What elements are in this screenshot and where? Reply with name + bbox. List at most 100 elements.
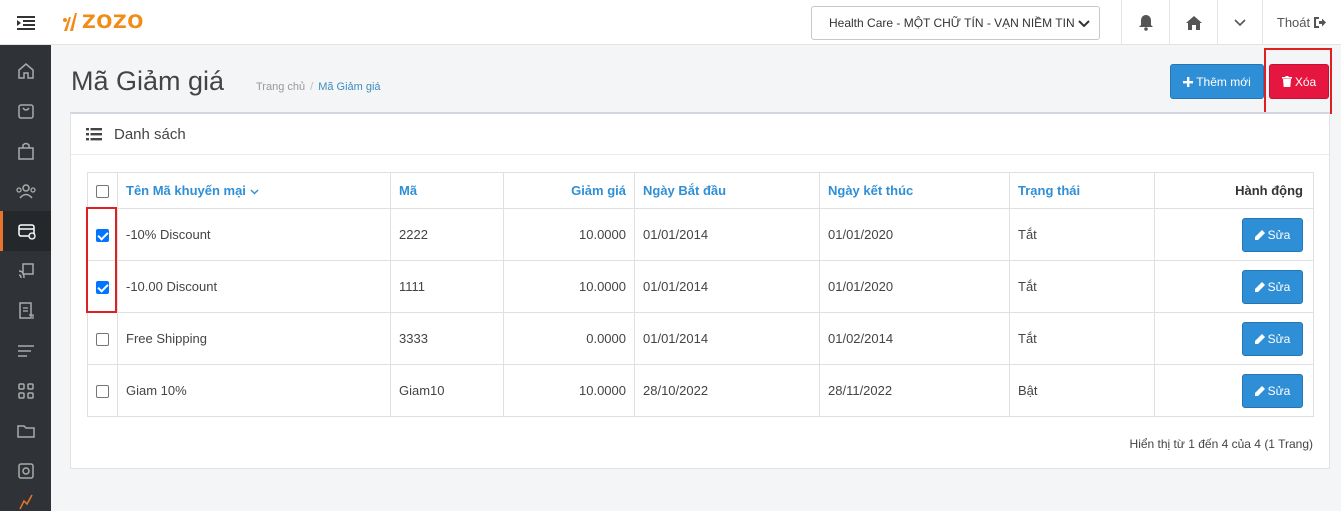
add-new-button[interactable]: Thêm mới xyxy=(1170,64,1264,99)
table-row: Giam 10% Giam10 10.0000 28/10/2022 28/11… xyxy=(87,364,1314,417)
edit-label: Sửa xyxy=(1267,279,1291,294)
cell-code: 2222 xyxy=(390,208,504,261)
cell-status: Tắt xyxy=(1009,260,1155,313)
pencil-icon xyxy=(1254,333,1265,344)
col-name-label: Tên Mã khuyến mại xyxy=(126,183,246,198)
col-discount[interactable]: Giảm giá xyxy=(503,172,635,209)
cell-discount: 10.0000 xyxy=(503,364,635,417)
col-code[interactable]: Mã xyxy=(390,172,504,209)
cell-discount: 0.0000 xyxy=(503,312,635,365)
cell-end: 01/01/2020 xyxy=(819,208,1010,261)
cell-start: 01/01/2014 xyxy=(634,260,820,313)
logo[interactable]: ZOZO xyxy=(62,11,144,33)
coupon-table: Tên Mã khuyến mại Mã Giảm giá Ngày Bắt đ… xyxy=(87,172,1314,417)
page-title: Mã Giảm giá xyxy=(71,66,225,96)
notification-bell-icon[interactable] xyxy=(1121,0,1169,45)
list-panel: Danh sách Tên Mã khuyến mại Mã Giảm giá … xyxy=(70,112,1330,469)
sign-out-icon xyxy=(1314,17,1327,28)
cell-name: -10% Discount xyxy=(117,208,391,261)
menu-toggle-icon[interactable] xyxy=(0,0,51,45)
store-select[interactable]: Health Care - MỘT CHỮ TÍN - VẠN NIỀM TIN xyxy=(811,6,1100,40)
cell-action: Sửa xyxy=(1154,364,1314,417)
row-checkbox-cell xyxy=(87,312,118,365)
cell-discount: 10.0000 xyxy=(503,208,635,261)
cell-discount: 10.0000 xyxy=(503,260,635,313)
cell-start: 28/10/2022 xyxy=(634,364,820,417)
logo-icon xyxy=(63,13,77,31)
list-icon xyxy=(86,127,102,140)
chart-icon[interactable] xyxy=(0,491,51,511)
highlight-delete-button xyxy=(1264,48,1332,114)
col-end-date[interactable]: Ngày kết thúc xyxy=(819,172,1010,209)
highlight-selected-checkboxes xyxy=(86,207,117,313)
cell-code: 3333 xyxy=(390,312,504,365)
row-checkbox-cell xyxy=(87,364,118,417)
logo-text: ZOZO xyxy=(82,11,144,33)
cell-action: Sửa xyxy=(1154,312,1314,365)
edit-label: Sửa xyxy=(1267,227,1291,242)
col-action: Hành động xyxy=(1154,172,1314,209)
top-bar: ZOZO Health Care - MỘT CHỮ TÍN - VẠN NIỀ… xyxy=(0,0,1341,45)
panel-title: Danh sách xyxy=(114,125,186,143)
cell-start: 01/01/2014 xyxy=(634,208,820,261)
pencil-icon xyxy=(1254,385,1265,396)
settings-icon[interactable] xyxy=(0,451,51,491)
breadcrumb: Trang chủ / Mã Giảm giá xyxy=(256,81,381,93)
cell-end: 01/02/2014 xyxy=(819,312,1010,365)
breadcrumb-separator: / xyxy=(310,81,314,93)
coupon-icon[interactable] xyxy=(0,211,51,251)
cell-end: 01/01/2020 xyxy=(819,260,1010,313)
report-icon[interactable] xyxy=(0,291,51,331)
cell-action: Sửa xyxy=(1154,260,1314,313)
cell-status: Bật xyxy=(1009,364,1155,417)
row-checkbox[interactable] xyxy=(96,385,109,399)
table-row: -10.00 Discount 1111 10.0000 01/01/2014 … xyxy=(87,260,1314,313)
pencil-icon xyxy=(1254,229,1265,240)
table-row: Free Shipping 3333 0.0000 01/01/2014 01/… xyxy=(87,312,1314,365)
bag-icon[interactable] xyxy=(0,131,51,171)
panel-header: Danh sách xyxy=(71,114,1329,155)
row-checkbox[interactable] xyxy=(96,333,109,347)
sidebar xyxy=(0,45,51,511)
home-icon[interactable] xyxy=(1169,0,1217,45)
store-select-value: Health Care - MỘT CHỮ TÍN - VẠN NIỀM TIN xyxy=(829,16,1075,30)
home-icon[interactable] xyxy=(0,51,51,91)
select-all-checkbox[interactable] xyxy=(96,185,109,199)
shopping-bag-icon[interactable] xyxy=(0,91,51,131)
select-all-cell xyxy=(87,172,118,209)
account-dropdown-icon[interactable] xyxy=(1217,0,1262,45)
logout-label: Thoát xyxy=(1276,15,1311,30)
sort-chevron-down-icon xyxy=(250,189,259,195)
breadcrumb-home[interactable]: Trang chủ xyxy=(256,81,305,93)
edit-label: Sửa xyxy=(1267,331,1291,346)
table-header-row: Tên Mã khuyến mại Mã Giảm giá Ngày Bắt đ… xyxy=(87,172,1314,209)
logout-button[interactable]: Thoát xyxy=(1262,0,1341,45)
cast-icon[interactable] xyxy=(0,251,51,291)
cell-start: 01/01/2014 xyxy=(634,312,820,365)
edit-button[interactable]: Sửa xyxy=(1242,269,1303,304)
edit-button[interactable]: Sửa xyxy=(1242,217,1303,252)
menu-lines-icon[interactable] xyxy=(0,331,51,371)
users-icon[interactable] xyxy=(0,171,51,211)
col-start-date[interactable]: Ngày Bắt đầu xyxy=(634,172,820,209)
chevron-down-icon xyxy=(1078,17,1090,32)
cell-code: 1111 xyxy=(390,260,504,313)
cell-end: 28/11/2022 xyxy=(819,364,1010,417)
table-row: -10% Discount 2222 10.0000 01/01/2014 01… xyxy=(87,208,1314,261)
edit-button[interactable]: Sửa xyxy=(1242,373,1303,408)
pagination-info: Hiển thị từ 1 đến 4 của 4 (1 Trang) xyxy=(1129,437,1313,451)
apps-icon[interactable] xyxy=(0,371,51,411)
folder-icon[interactable] xyxy=(0,411,51,451)
cell-code: Giam10 xyxy=(390,364,504,417)
cell-status: Tắt xyxy=(1009,312,1155,365)
col-status[interactable]: Trạng thái xyxy=(1009,172,1155,209)
cell-name: Free Shipping xyxy=(117,312,391,365)
cell-action: Sửa xyxy=(1154,208,1314,261)
plus-icon xyxy=(1183,76,1194,87)
edit-button[interactable]: Sửa xyxy=(1242,321,1303,356)
pencil-icon xyxy=(1254,281,1265,292)
edit-label: Sửa xyxy=(1267,383,1291,398)
cell-status: Tắt xyxy=(1009,208,1155,261)
breadcrumb-current[interactable]: Mã Giảm giá xyxy=(318,81,380,93)
col-name[interactable]: Tên Mã khuyến mại xyxy=(117,172,391,209)
